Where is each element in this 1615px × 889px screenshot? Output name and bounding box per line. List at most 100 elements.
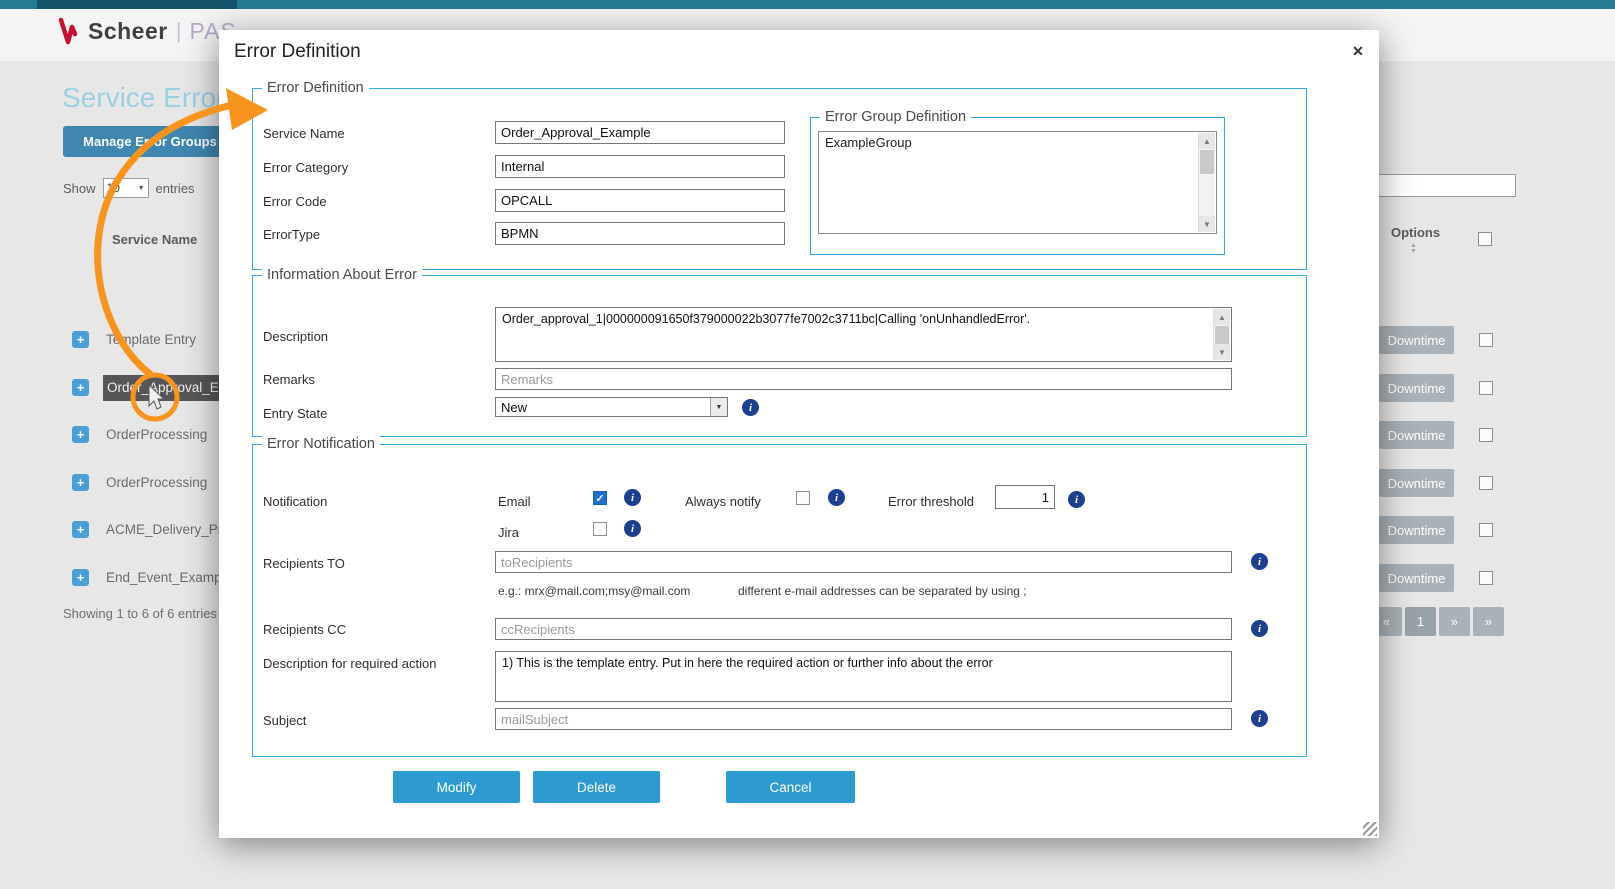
always-notify-checkbox[interactable] [796, 491, 810, 505]
remarks-label: Remarks [263, 372, 315, 387]
downtime-button[interactable]: Downtime [1379, 469, 1454, 497]
row-checkbox[interactable] [1479, 523, 1493, 537]
entry-state-label: Entry State [263, 406, 327, 421]
email-info-icon[interactable]: i [624, 489, 641, 506]
downtime-button[interactable]: Downtime [1379, 421, 1454, 449]
scrollbar-thumb[interactable] [1200, 150, 1214, 174]
always-notify-info-icon[interactable]: i [828, 489, 845, 506]
logo-separator: | [176, 18, 182, 44]
scheer-pas-logo: Scheer | PAS [58, 17, 237, 45]
error-group-listbox[interactable]: ExampleGroup ▲ ▼ [818, 131, 1217, 234]
row-checkbox[interactable] [1479, 333, 1493, 347]
subject-info-icon[interactable]: i [1251, 710, 1268, 727]
scroll-up-icon[interactable]: ▲ [1214, 309, 1230, 325]
jira-info-icon[interactable]: i [624, 520, 641, 537]
pagination-page-1-button[interactable]: 1 [1405, 607, 1436, 636]
show-label: Show [63, 181, 96, 196]
information-legend: Information About Error [262, 267, 422, 283]
description-text: Order_approval_1|000000091650f379000022b… [502, 312, 1030, 326]
page-length-select[interactable]: 10 ▼ [103, 178, 149, 198]
expand-row-button[interactable]: + [72, 474, 89, 491]
downtime-button[interactable]: Downtime [1379, 326, 1454, 354]
entry-state-select[interactable]: New ▼ [495, 397, 728, 417]
expand-row-button[interactable]: + [72, 379, 89, 396]
scrollbar-thumb[interactable] [1215, 326, 1229, 344]
sort-icons[interactable]: ▲ ▼ [1410, 243, 1417, 255]
downtime-button[interactable]: Downtime [1379, 374, 1454, 402]
service-name-cell: Order_Approval_Ex [103, 375, 221, 395]
chevron-down-icon: ▼ [138, 185, 145, 192]
close-icon[interactable]: ✕ [1347, 40, 1369, 62]
sort-desc-icon: ▼ [1410, 249, 1417, 255]
subject-field[interactable] [495, 708, 1232, 730]
error-category-field[interactable] [495, 155, 785, 178]
error-type-label: ErrorType [263, 227, 320, 242]
jira-checkbox[interactable] [593, 522, 607, 536]
service-name-field[interactable] [495, 121, 785, 144]
service-name-cell: End_Event_Exampl [106, 570, 225, 585]
row-checkbox[interactable] [1479, 476, 1493, 490]
service-name-label: Service Name [263, 126, 345, 141]
top-bar [0, 0, 1615, 9]
error-code-label: Error Code [263, 194, 327, 209]
required-action-textarea[interactable]: 1) This is the template entry. Put in he… [495, 651, 1232, 702]
expand-row-button[interactable]: + [72, 569, 89, 586]
column-header-options[interactable]: Options [1391, 225, 1440, 240]
expand-row-button[interactable]: + [72, 426, 89, 443]
recipients-cc-field[interactable] [495, 618, 1232, 640]
expand-row-button[interactable]: + [72, 331, 89, 348]
modal-title: Error Definition [234, 41, 361, 63]
select-all-checkbox[interactable] [1478, 232, 1492, 246]
required-action-text: 1) This is the template entry. Put in he… [502, 656, 993, 670]
downtime-button[interactable]: Downtime [1379, 564, 1454, 592]
resize-handle[interactable] [1363, 822, 1377, 836]
expand-row-button[interactable]: + [72, 521, 89, 538]
row-checkbox[interactable] [1479, 381, 1493, 395]
error-threshold-info-icon[interactable]: i [1068, 491, 1085, 508]
email-checkbox[interactable]: ✓ [593, 491, 607, 505]
pagination-last-button[interactable]: » [1473, 607, 1504, 636]
error-group-option[interactable]: ExampleGroup [819, 132, 1216, 153]
cancel-button[interactable]: Cancel [726, 771, 855, 803]
remarks-field[interactable] [495, 368, 1232, 390]
description-scrollbar[interactable]: ▲ ▼ [1213, 309, 1230, 360]
scroll-up-icon[interactable]: ▲ [1199, 133, 1215, 149]
recipients-to-info-icon[interactable]: i [1251, 553, 1268, 570]
selected-row-highlight[interactable]: Order_Approval_Ex [103, 375, 221, 401]
manage-error-groups-button[interactable]: Manage Error Groups [63, 126, 237, 157]
delete-button[interactable]: Delete [533, 771, 660, 803]
notification-label: Notification [263, 494, 327, 509]
row-checkbox[interactable] [1479, 571, 1493, 585]
listbox-scrollbar[interactable]: ▲ ▼ [1198, 133, 1215, 232]
error-definition-modal: Error Definition ✕ Error Definition Serv… [219, 30, 1379, 838]
modify-button[interactable]: Modify [393, 771, 520, 803]
email-separator-hint: different e-mail addresses can be separa… [738, 584, 1027, 598]
entry-state-value: New [496, 400, 710, 415]
scheer-logo-icon [58, 17, 82, 45]
chevron-down-icon: ▼ [710, 398, 727, 416]
error-code-field[interactable] [495, 189, 785, 212]
service-name-cell: OrderProcessing [106, 427, 207, 442]
error-group-legend: Error Group Definition [820, 109, 971, 125]
entries-label: entries [156, 181, 195, 196]
error-type-field[interactable] [495, 222, 785, 245]
service-name-cell: OrderProcessing [106, 475, 207, 490]
recipients-to-field[interactable] [495, 551, 1232, 573]
scroll-down-icon[interactable]: ▼ [1214, 344, 1230, 360]
recipients-cc-info-icon[interactable]: i [1251, 620, 1268, 637]
required-action-label: Description for required action [263, 656, 436, 671]
pagination-next-button[interactable]: » [1439, 607, 1470, 636]
email-label: Email [498, 494, 531, 509]
subject-label: Subject [263, 713, 306, 728]
logo-scheer-text: Scheer [88, 18, 168, 45]
downtime-button[interactable]: Downtime [1379, 516, 1454, 544]
column-header-service-name[interactable]: Service Name [112, 232, 197, 247]
scroll-down-icon[interactable]: ▼ [1199, 216, 1215, 232]
entries-per-page-bar: Show 10 ▼ entries [63, 178, 195, 198]
error-threshold-field[interactable] [995, 485, 1055, 509]
error-threshold-label: Error threshold [888, 494, 974, 509]
service-name-cell: Template Entry [106, 332, 196, 347]
row-checkbox[interactable] [1479, 428, 1493, 442]
description-textarea[interactable]: Order_approval_1|000000091650f379000022b… [495, 307, 1232, 362]
entry-state-info-icon[interactable]: i [742, 399, 759, 416]
